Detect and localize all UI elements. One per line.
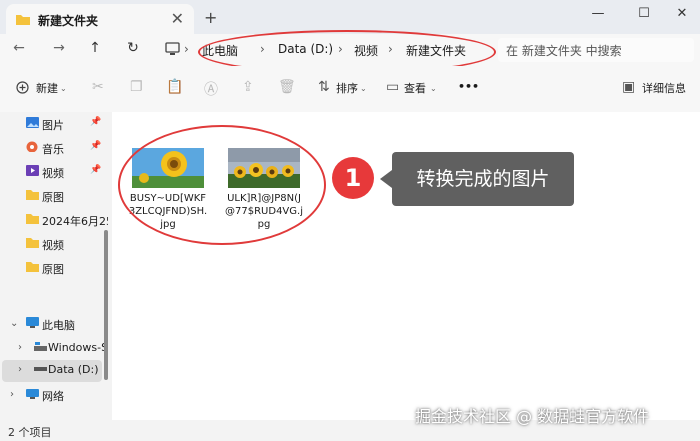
back-button[interactable]: ←: [8, 40, 30, 60]
sidebar-item-music[interactable]: 音乐 📌: [0, 138, 110, 160]
copy-icon[interactable]: ❐: [130, 79, 143, 95]
chevron-down-icon: ⌄: [60, 84, 67, 93]
sidebar-item-folder-videos[interactable]: 视频: [0, 234, 110, 256]
search-input[interactable]: 在 新建文件夹 中搜索: [498, 38, 694, 62]
sidebar-item-drive-data[interactable]: › Data (D:): [2, 360, 102, 382]
watermark-text: 掘金技术社区 @ 数据蛙官方软件: [415, 407, 650, 426]
videos-icon: [26, 165, 39, 176]
item-count: 2 个项目: [8, 426, 52, 439]
sidebar-item-folder-raw-2[interactable]: 原图: [0, 258, 110, 280]
music-icon: [26, 141, 38, 152]
tab-close-icon[interactable]: ✕: [171, 9, 184, 28]
sidebar-item-folder-raw[interactable]: 原图: [0, 186, 110, 208]
pictures-icon: [26, 117, 39, 128]
chevron-right-icon[interactable]: ›: [18, 342, 22, 353]
view-icon[interactable]: ▭: [386, 79, 399, 95]
step-number-badge: 1: [332, 157, 374, 199]
files-highlight-oval: [118, 125, 326, 245]
new-button[interactable]: 新建: [36, 80, 58, 96]
forward-button[interactable]: →: [48, 40, 70, 60]
drive-windows-icon: [34, 342, 47, 351]
chevron-right-icon[interactable]: ›: [18, 364, 22, 375]
rename-icon[interactable]: Ⓐ: [204, 79, 218, 99]
pin-icon: 📌: [90, 141, 102, 151]
sidebar-item-this-pc[interactable]: ⌄ 此电脑: [0, 314, 110, 336]
sort-icon[interactable]: ⇅: [318, 79, 330, 95]
sidebar-item-folder-date[interactable]: 2024年6月25日: [0, 210, 110, 232]
sidebar-item-network[interactable]: › 网络: [0, 385, 110, 407]
paste-icon[interactable]: 📋: [166, 79, 183, 95]
chevron-down-icon: ⌄: [430, 84, 437, 93]
sidebar-scrollbar[interactable]: [104, 230, 108, 380]
drive-icon: [34, 367, 47, 371]
details-button[interactable]: 详细信息: [642, 80, 686, 96]
monitor-icon: [26, 317, 39, 328]
folder-icon: [26, 214, 39, 224]
chevron-right-icon[interactable]: ›: [10, 389, 14, 400]
folder-icon: [26, 190, 39, 200]
sidebar-item-videos[interactable]: 视频 📌: [0, 162, 110, 184]
up-button[interactable]: ↑: [84, 40, 106, 60]
view-button[interactable]: 查看: [404, 80, 426, 96]
sidebar-item-pictures[interactable]: 图片 📌: [0, 114, 110, 136]
sidebar-item-drive-windows[interactable]: › Windows-SSD: [0, 338, 110, 360]
maximize-button[interactable]: ☐: [626, 6, 662, 26]
tab-title: 新建文件夹: [38, 14, 99, 28]
details-pane-icon[interactable]: ▣: [622, 79, 635, 95]
minimize-button[interactable]: —: [580, 6, 616, 26]
cut-icon[interactable]: ✂: [92, 79, 104, 95]
plus-circle-icon[interactable]: [16, 81, 29, 94]
folder-icon: [26, 238, 39, 248]
share-icon[interactable]: ⇪: [242, 79, 254, 95]
tab-active[interactable]: 新建文件夹 ✕: [6, 4, 194, 34]
pin-icon: 📌: [90, 165, 102, 175]
close-button[interactable]: ✕: [664, 6, 700, 26]
chevron-right-icon: ›: [184, 42, 189, 56]
more-options-button[interactable]: •••: [458, 80, 479, 93]
pin-icon: 📌: [90, 117, 102, 127]
callout-pointer: [380, 170, 392, 188]
callout-label: 转换完成的图片: [392, 152, 574, 206]
sort-button[interactable]: 排序: [336, 80, 358, 96]
folder-icon: [26, 262, 39, 272]
new-tab-button[interactable]: +: [204, 8, 217, 27]
folder-icon: [16, 15, 30, 25]
network-icon: [26, 389, 39, 399]
delete-icon[interactable]: 🗑: [278, 79, 296, 95]
chevron-down-icon: ⌄: [360, 84, 367, 93]
chevron-down-icon[interactable]: ⌄: [10, 318, 18, 329]
refresh-button[interactable]: ↻: [122, 40, 144, 60]
